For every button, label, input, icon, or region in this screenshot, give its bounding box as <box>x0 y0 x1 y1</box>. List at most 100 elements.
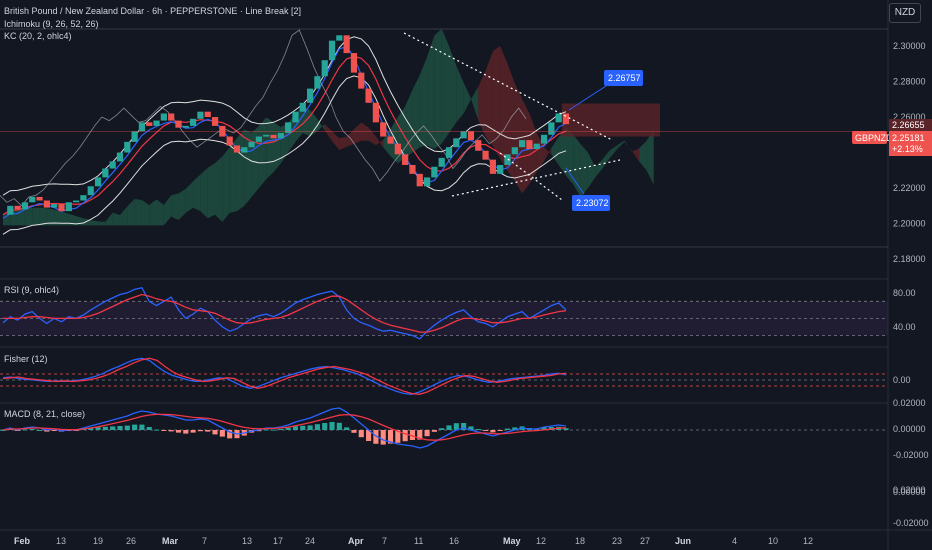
ichimoku-legend[interactable]: Ichimoku (9, 26, 52, 26) <box>4 19 99 29</box>
fisher-legend[interactable]: Fisher (12) <box>4 354 48 364</box>
x-tick-label: 7 <box>202 536 207 546</box>
down-brick <box>204 111 211 118</box>
kumo-segment <box>273 122 281 173</box>
macd-histogram-bar <box>263 429 269 431</box>
kumo-segment <box>639 140 647 171</box>
currency-button[interactable]: NZD <box>889 3 921 23</box>
macd-tick-label: -0.02000 <box>893 518 929 528</box>
macd-histogram-bar <box>205 430 211 432</box>
x-tick-label: 7 <box>382 536 387 546</box>
x-tick-label: 11 <box>414 536 423 546</box>
x-tick-label: Jun <box>675 536 691 546</box>
up-brick <box>497 164 504 174</box>
macd-histogram-bar <box>183 430 189 434</box>
kumo-segment <box>631 148 640 162</box>
kumo-segment <box>134 198 142 226</box>
kumo-segment <box>478 70 486 137</box>
macd-histogram-bar <box>190 430 196 433</box>
macd-histogram-bar <box>124 425 130 430</box>
macd-histogram-bar <box>153 429 160 431</box>
kumo-segment <box>317 118 325 132</box>
x-tick-label: 16 <box>449 536 459 546</box>
up-brick <box>131 131 138 142</box>
down-brick <box>402 154 409 165</box>
macd-histogram-bar <box>497 430 503 431</box>
down-brick <box>489 159 496 174</box>
macd-legend[interactable]: MACD (8, 21, close) <box>4 409 85 419</box>
kumo-segment <box>119 206 128 226</box>
macd-histogram-bar <box>29 429 35 430</box>
down-brick <box>372 102 380 123</box>
kumo-segment <box>163 195 172 226</box>
keltner-legend[interactable]: KC (20, 2, ohlc4) <box>4 31 72 41</box>
macd-histogram-bar <box>22 429 28 431</box>
kumo-segment <box>353 122 362 144</box>
price-tick-label: 2.18000 <box>893 254 926 264</box>
x-tick-label: 4 <box>732 536 737 546</box>
down-brick <box>36 196 43 201</box>
up-brick <box>519 140 526 148</box>
down-brick <box>416 173 423 187</box>
down-brick <box>270 134 277 139</box>
up-brick <box>138 122 146 132</box>
chart-title: British Pound / New Zealand Dollar · 6h … <box>4 6 301 16</box>
macd-histogram-bar <box>424 430 430 437</box>
kumo-segment <box>178 188 186 221</box>
last-price-label: 2.25181 <box>892 133 925 143</box>
lower-callout-label: 2.23072 <box>576 198 609 208</box>
kumo-segment <box>544 147 552 162</box>
rsi-tick-label: 80.00 <box>893 288 916 298</box>
macd-histogram-bar <box>146 427 152 430</box>
up-brick <box>73 200 80 203</box>
macd-histogram-bar <box>161 430 167 431</box>
rsi-tick-label: 40.00 <box>893 322 916 332</box>
macd-histogram-bar <box>212 430 218 435</box>
up-brick <box>102 168 109 178</box>
down-brick <box>526 140 533 149</box>
down-brick <box>467 131 475 141</box>
up-brick <box>255 136 263 142</box>
macd-histogram-bar <box>285 427 291 430</box>
x-tick-label: 12 <box>803 536 813 546</box>
x-tick-label: 23 <box>612 536 622 546</box>
x-tick-label: 18 <box>575 536 585 546</box>
up-brick <box>438 157 445 167</box>
up-brick <box>248 141 255 148</box>
kumo-segment <box>617 140 625 149</box>
up-brick <box>241 147 248 153</box>
macd-histogram-bar <box>490 430 496 433</box>
kumo-segment <box>500 45 508 171</box>
kumo-segment <box>646 129 654 185</box>
down-brick <box>350 53 358 73</box>
up-brick <box>336 35 343 41</box>
kumo-segment <box>171 193 179 221</box>
kumo-segment <box>83 218 91 226</box>
kumo-segment <box>222 147 230 222</box>
price-tick-label: 2.20000 <box>893 219 926 229</box>
down-brick <box>14 205 21 210</box>
up-brick <box>153 120 160 126</box>
kumo-segment <box>98 221 106 226</box>
upper-callout-label: 2.26757 <box>608 73 641 83</box>
kumo-segment <box>185 181 194 213</box>
x-tick-label: 19 <box>93 536 103 546</box>
macd-histogram-bar <box>380 430 386 445</box>
up-brick <box>189 118 197 126</box>
kumo-segment <box>105 212 113 226</box>
x-tick-label: 17 <box>273 536 283 546</box>
kumo-segment <box>193 174 201 212</box>
price-tick-label: 2.30000 <box>893 41 926 51</box>
up-brick <box>277 133 284 139</box>
macd-histogram-bar <box>219 430 225 437</box>
macd-tick-label: 0.00000 <box>893 487 926 497</box>
chart-canvas[interactable]: 2.300002.280002.260002.240002.220002.200… <box>0 0 932 550</box>
x-tick-label: May <box>503 536 521 546</box>
x-tick-label: 13 <box>56 536 66 546</box>
up-brick <box>51 204 58 208</box>
macd-histogram-bar <box>314 424 320 430</box>
kumo-segment <box>595 159 603 178</box>
kumo-segment <box>236 129 245 212</box>
up-brick <box>65 202 72 212</box>
up-brick <box>533 143 540 149</box>
rsi-legend[interactable]: RSI (9, ohlc4) <box>4 285 59 295</box>
